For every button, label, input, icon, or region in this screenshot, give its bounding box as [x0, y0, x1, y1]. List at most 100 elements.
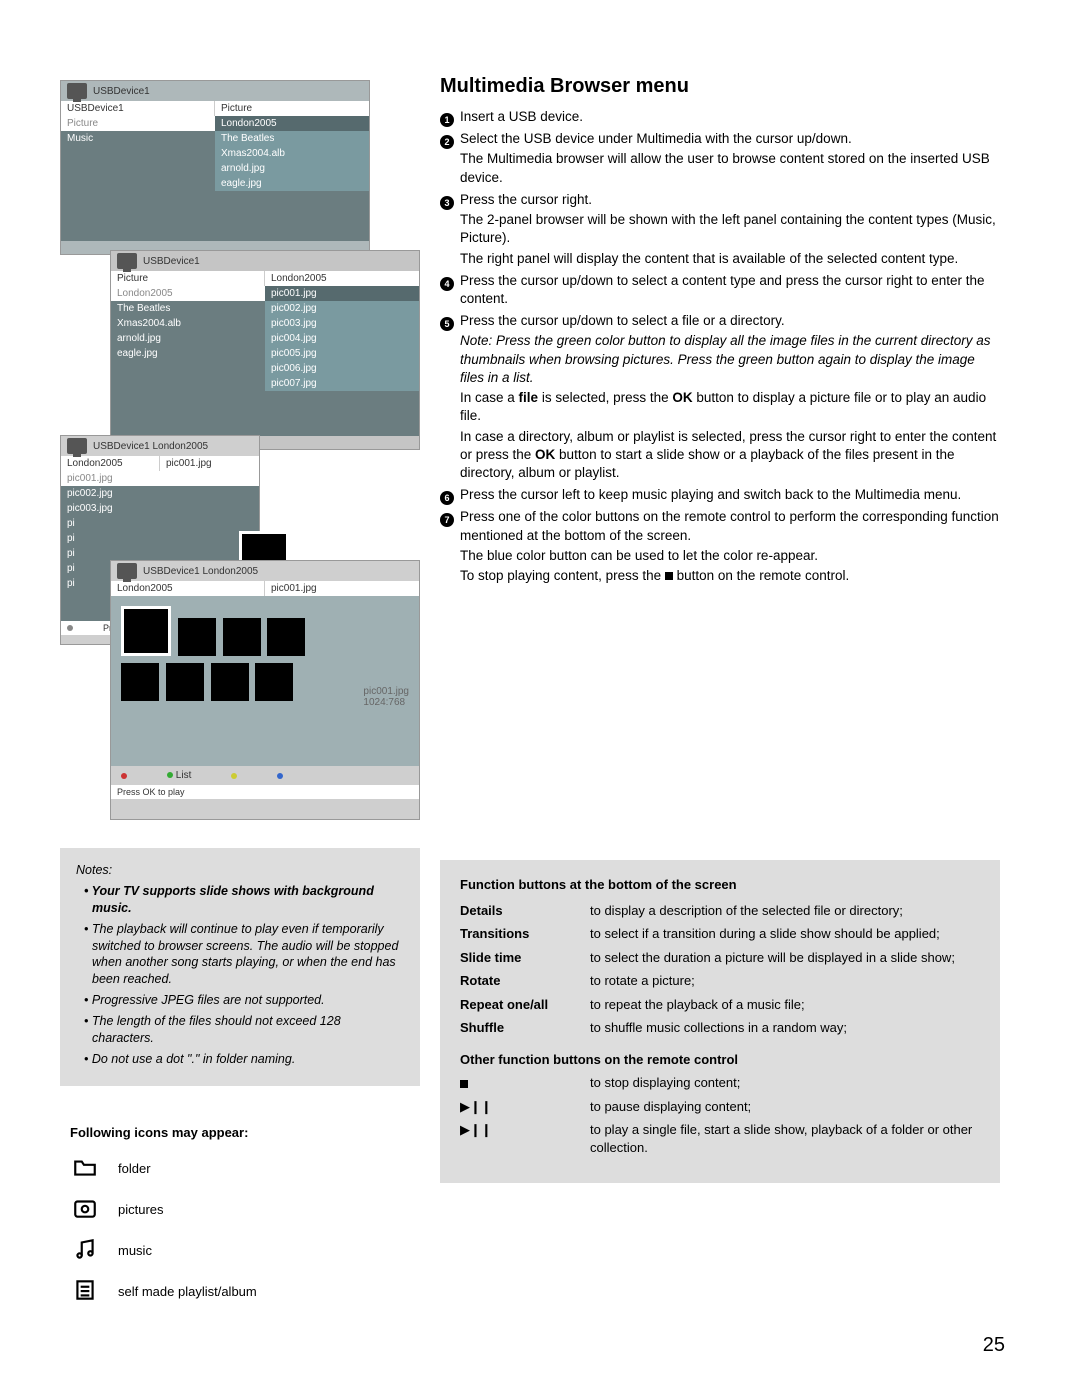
func-desc: to select the duration a picture will be… — [590, 949, 980, 967]
thumbnail — [255, 663, 293, 701]
list-item: eagle.jpg — [215, 176, 369, 191]
step-text: The right panel will display the content… — [460, 250, 1000, 268]
playlist-icon — [70, 1277, 100, 1306]
list-item: pic001.jpg — [61, 471, 259, 486]
list-item: pi — [61, 546, 259, 561]
func-heading: Function buttons at the bottom of the sc… — [460, 876, 980, 894]
func-label: Repeat one/all — [460, 996, 590, 1014]
tv-icon — [117, 563, 137, 579]
step-text: Select the USB device under Multimedia w… — [460, 130, 1000, 148]
list-item: pic003.jpg — [265, 316, 419, 331]
instructions: Multimedia Browser menu 1 Insert a USB d… — [440, 75, 1000, 589]
func-desc: to select if a transition during a slide… — [590, 925, 980, 943]
remote-stop-icon — [460, 1074, 590, 1092]
func-desc: to repeat the playback of a music file; — [590, 996, 980, 1014]
list-item: pic006.jpg — [265, 361, 419, 376]
note-item: The playback will continue to play even … — [84, 921, 404, 989]
note-item: The length of the files should not excee… — [84, 1013, 404, 1047]
notes-heading: Notes: — [76, 862, 404, 879]
list-item: Picture — [61, 116, 215, 131]
thumbnail-grid: pic001.jpg 1024:768 — [111, 596, 419, 766]
col-header: London2005 — [265, 271, 419, 286]
func-desc: to play a single file, start a slide sho… — [590, 1121, 980, 1156]
footer-text: Press OK to play — [117, 787, 185, 797]
list-item: pic005.jpg — [265, 346, 419, 361]
note-item: Progressive JPEG files are not supported… — [84, 992, 404, 1009]
list-button-label: List — [176, 770, 192, 781]
tv-icon — [117, 253, 137, 269]
step-text: The blue color button can be used to let… — [460, 547, 1000, 565]
func-desc: to shuffle music collections in a random… — [590, 1019, 980, 1037]
col-header: London2005 — [111, 581, 265, 596]
col-header: pic001.jpg — [265, 581, 419, 596]
func-desc: to display a description of the selected… — [590, 902, 980, 920]
page-number: 25 — [983, 1334, 1005, 1357]
list-item: pic007.jpg — [265, 376, 419, 391]
list-item: The Beatles — [111, 301, 265, 316]
step-text: Press the cursor left to keep music play… — [460, 486, 1000, 504]
icons-legend: Following icons may appear: folder pictu… — [70, 1125, 410, 1318]
list-item: London2005 — [111, 286, 265, 301]
icons-heading: Following icons may appear: — [70, 1125, 410, 1140]
list-item: pic001.jpg — [265, 286, 419, 301]
step-text: Press the cursor up/down to select a fil… — [460, 312, 1000, 330]
func-label: Slide time — [460, 949, 590, 967]
col-header: pic001.jpg — [160, 456, 259, 471]
list-item: eagle.jpg — [111, 346, 265, 361]
list-item: pi — [61, 531, 259, 546]
list-item: The Beatles — [215, 131, 369, 146]
thumbnail — [121, 606, 171, 656]
note-item: Your TV supports slide shows with backgr… — [84, 883, 404, 917]
step-text: The 2-panel browser will be shown with t… — [460, 211, 1000, 247]
func-label: Rotate — [460, 972, 590, 990]
thumbnail — [267, 618, 305, 656]
step-text: Insert a USB device. — [460, 108, 1000, 126]
notes-box: Notes: Your TV supports slide shows with… — [60, 848, 420, 1086]
list-item: pic003.jpg — [61, 501, 259, 516]
section-title: Multimedia Browser menu — [440, 75, 1000, 98]
col-header: Picture — [215, 101, 369, 116]
icon-label: folder — [118, 1161, 151, 1176]
pictures-icon — [70, 1195, 100, 1224]
browser-panel-content: USBDevice1 Picture London2005 London2005… — [110, 250, 420, 450]
func-label: Shuffle — [460, 1019, 590, 1037]
func-label: Transitions — [460, 925, 590, 943]
remote-pause-icon: ▶❙❙ — [460, 1098, 590, 1116]
step-text: In case a directory, album or playlist i… — [460, 428, 1000, 483]
col-header: Picture — [111, 271, 265, 286]
step-text: Press one of the color buttons on the re… — [460, 508, 1000, 544]
thumbnail — [166, 663, 204, 701]
list-item: pic002.jpg — [265, 301, 419, 316]
list-item: London2005 — [215, 116, 369, 131]
tv-icon — [67, 438, 87, 454]
function-buttons-box: Function buttons at the bottom of the sc… — [440, 860, 1000, 1183]
col-header: USBDevice1 — [61, 101, 215, 116]
remote-play-icon: ▶❙❙ — [460, 1121, 590, 1156]
breadcrumb: USBDevice1 — [143, 256, 200, 267]
step-text: Press the cursor right. — [460, 191, 1000, 209]
list-item: Xmas2004.alb — [215, 146, 369, 161]
browser-panel-root: USBDevice1 USBDevice1 Picture Picture Mu… — [60, 80, 370, 255]
icon-label: music — [118, 1243, 152, 1258]
tv-icon — [67, 83, 87, 99]
step-text: In case a file is selected, press the OK… — [460, 389, 1000, 425]
breadcrumb: USBDevice1 London2005 — [93, 441, 208, 452]
thumbnail — [211, 663, 249, 701]
folder-icon — [70, 1154, 100, 1183]
thumbnail — [121, 663, 159, 701]
func-heading-2: Other function buttons on the remote con… — [460, 1051, 980, 1069]
thumbnail — [223, 618, 261, 656]
step-note: Note: Press the green color button to di… — [460, 332, 1000, 387]
func-desc: to pause displaying content; — [590, 1098, 980, 1116]
func-desc: to stop displaying content; — [590, 1074, 980, 1092]
icon-label: pictures — [118, 1202, 164, 1217]
list-item: pic002.jpg — [61, 486, 259, 501]
list-item: Music — [61, 131, 215, 146]
list-item: pic004.jpg — [265, 331, 419, 346]
list-item: Xmas2004.alb — [111, 316, 265, 331]
func-label: Details — [460, 902, 590, 920]
file-dimensions: 1024:768 — [363, 697, 409, 708]
note-item: Do not use a dot "." in folder naming. — [84, 1051, 404, 1068]
stop-icon — [665, 572, 673, 580]
step-text: To stop playing content, press the butto… — [460, 567, 1000, 585]
